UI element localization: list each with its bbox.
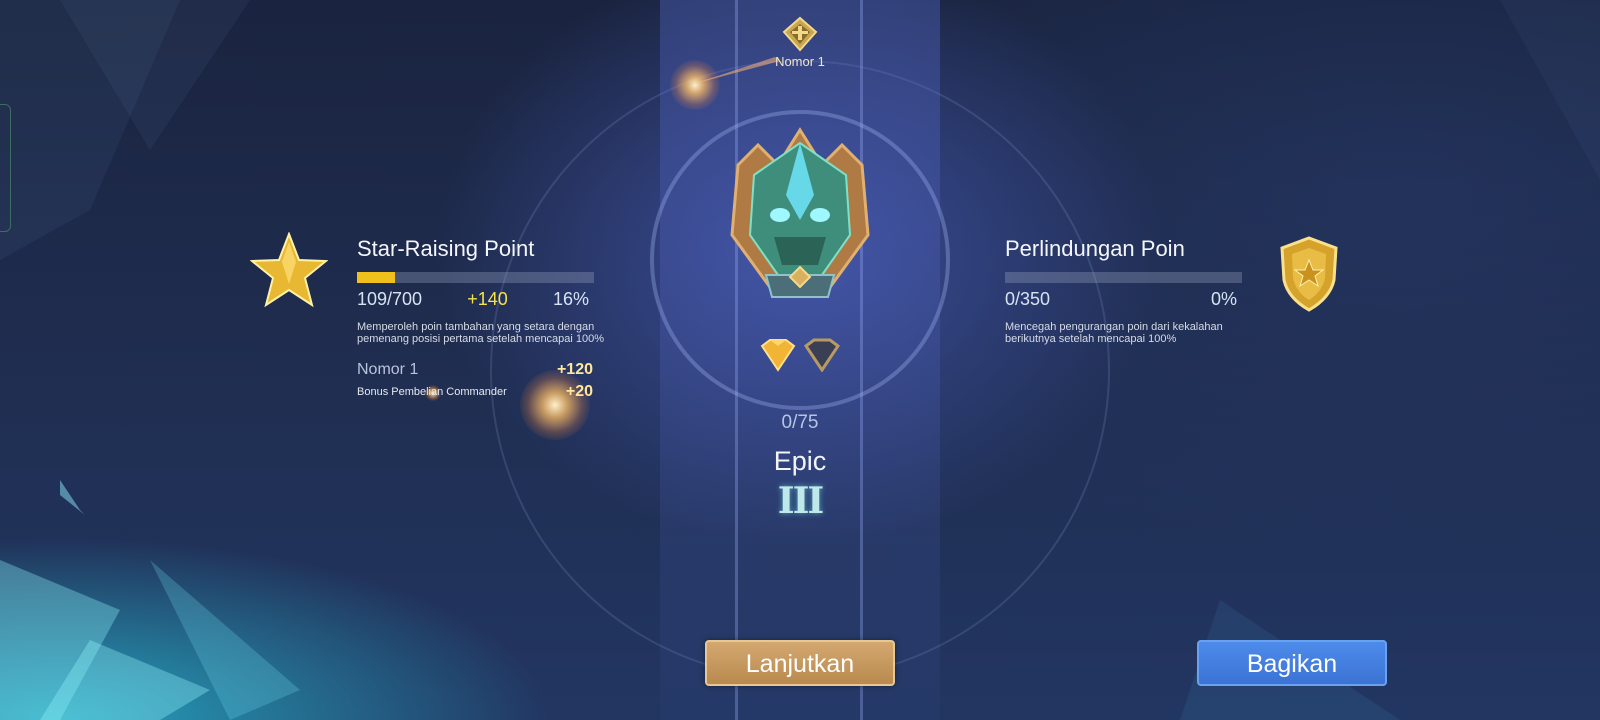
star-raising-gain: +140 [467, 289, 508, 309]
point-protection-panel: Perlindungan Poin 0/350 0% Mencegah peng… [1005, 236, 1245, 345]
bonus-value: +120 [556, 361, 593, 378]
protection-progress-bar [1005, 272, 1242, 283]
rank-tier: III [777, 480, 825, 522]
star-raising-percent: 16% [552, 289, 589, 309]
top-rank-label: Nomor 1 [775, 54, 825, 69]
share-button[interactable]: Bagikan [1197, 640, 1387, 686]
bonus-value: +20 [565, 383, 593, 400]
rank-name: Epic [773, 446, 827, 476]
epic-rank-emblem-icon [730, 127, 870, 298]
bonus-label: Bonus Pembelian Commander [357, 386, 507, 398]
star-raising-value: 109/700 [357, 289, 423, 309]
continue-button[interactable]: Lanjutkan [705, 640, 895, 686]
rank-star-filled-icon [760, 339, 796, 372]
rank-star-empty-icon [803, 338, 841, 372]
protection-value: 0/350 [1005, 289, 1051, 309]
protection-title: Perlindungan Poin [1005, 236, 1185, 261]
bonus-label: Nomor 1 [357, 361, 419, 378]
star-raising-progress-fill [357, 272, 395, 283]
bonus-row: Nomor 1 +120 [357, 361, 593, 379]
star-raising-panel: Star-Raising Point 109/700 +140 16% Memp… [357, 236, 604, 401]
protection-description: Mencegah pengurangan poin dari kekalahan… [1005, 321, 1223, 345]
star-raising-progress-bar [357, 272, 594, 283]
rank-progress-text: 0/75 [781, 412, 819, 433]
protection-percent: 0% [1210, 289, 1237, 309]
side-panel-tab[interactable] [0, 104, 11, 232]
star-icon [250, 232, 328, 308]
shield-star-icon [1280, 236, 1338, 312]
star-raising-title: Star-Raising Point [357, 236, 535, 261]
bonus-row: Bonus Pembelian Commander +20 [357, 383, 593, 401]
crown-emblem-icon [782, 16, 818, 52]
star-raising-description: Memperoleh poin tambahan yang setara den… [357, 321, 605, 345]
